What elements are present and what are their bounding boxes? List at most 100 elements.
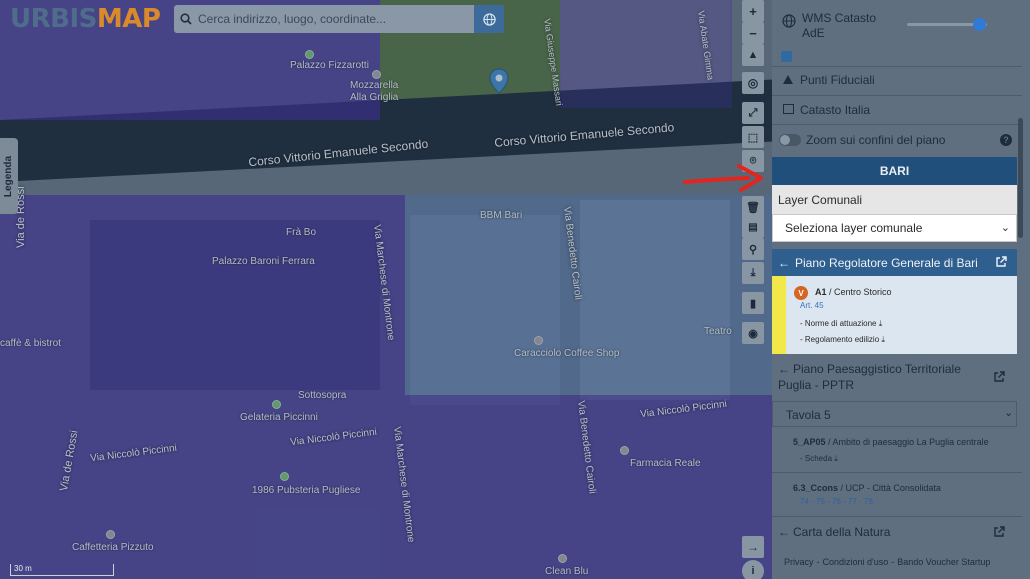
- sidebar-panel: WMS Catasto AdE Punti Fiduciali Catasto …: [772, 0, 1030, 579]
- chevron-down-icon: ⌄: [1004, 407, 1014, 419]
- poi-label: Palazzo Fizzarotti: [290, 60, 369, 71]
- download-icon: ⤓: [834, 454, 838, 463]
- compass-icon[interactable]: ▲: [742, 44, 764, 66]
- sidebar-scrollbar[interactable]: [1018, 118, 1023, 238]
- zoom-out-button[interactable]: −: [742, 22, 764, 44]
- bando-link[interactable]: Bando Voucher Startup: [897, 557, 990, 571]
- carta-natura-header[interactable]: ← Carta della Natura: [778, 525, 890, 539]
- poi-label: Caffetteria Pizzuto: [72, 542, 154, 553]
- poi-label: Clean Blu: [545, 566, 589, 577]
- scheda-link[interactable]: - Scheda ⤓: [800, 454, 838, 464]
- zone-overlay-selected: [405, 195, 772, 395]
- bari-header: BARI: [772, 157, 1017, 185]
- map-canvas[interactable]: Corso Vittorio Emanuele Secondo Corso Vi…: [0, 0, 772, 579]
- app-logo[interactable]: URBISMAP: [10, 4, 161, 34]
- poi-marker[interactable]: [620, 446, 629, 455]
- pptr-header-line2: Puglia - PPTR: [778, 378, 855, 392]
- poi-label: BBM Bari: [480, 210, 523, 221]
- select-value: Tavola 5: [786, 408, 831, 422]
- back-arrow-icon[interactable]: ←: [778, 525, 790, 539]
- pin-icon[interactable]: ⚲: [742, 238, 764, 260]
- poi-marker[interactable]: [558, 554, 567, 563]
- layer-comunali-label: Layer Comunali: [772, 185, 1017, 214]
- article-link[interactable]: Art. 45: [800, 301, 824, 310]
- globe-button[interactable]: [474, 5, 504, 33]
- poi-label: Caracciolo Coffee Shop: [514, 348, 620, 359]
- search-input[interactable]: [198, 5, 474, 33]
- location-pin-icon[interactable]: [489, 68, 509, 94]
- poi-label: Gelateria Piccinni: [240, 412, 318, 423]
- divider: [772, 516, 1022, 517]
- zone-overlay: [0, 195, 405, 579]
- search-bar: [174, 5, 504, 33]
- download-icon[interactable]: ⤓: [742, 262, 764, 284]
- download-icon: ⤓: [878, 319, 883, 328]
- locate-icon[interactable]: ◎: [742, 72, 764, 94]
- poi-marker[interactable]: [305, 50, 314, 59]
- divider: [772, 95, 1022, 96]
- external-link-icon[interactable]: [993, 371, 1005, 383]
- globe-icon: [782, 14, 796, 28]
- map-square-icon: [783, 104, 794, 114]
- pptr-header[interactable]: ← Piano Paesaggistico Territoriale: [778, 362, 961, 376]
- help-icon[interactable]: ?: [1000, 134, 1012, 146]
- layers-icon[interactable]: ▤: [742, 216, 764, 238]
- search-icon: [174, 13, 198, 25]
- norme-link[interactable]: - Norme di attuazione ⤓: [800, 319, 882, 329]
- zoom-confini-label: Zoom sui confini del piano: [806, 133, 946, 147]
- divider: [772, 124, 1022, 125]
- delete-icon[interactable]: 🗑: [742, 196, 764, 218]
- prg-details: V A1 / Centro Storico Art. 45 - Norme di…: [772, 276, 1017, 354]
- globe-icon: [482, 12, 496, 26]
- layer-comunale-select[interactable]: Seleziona layer comunale ⌄: [772, 214, 1017, 242]
- bookmark-icon[interactable]: ▮: [742, 292, 764, 314]
- divider: [772, 472, 1022, 473]
- poi-label: Teatro: [704, 326, 732, 337]
- red-arrow-annotation: [683, 164, 763, 192]
- poi-label: Palazzo Baroni Ferrara: [212, 256, 315, 267]
- zone-badge: V: [794, 286, 808, 300]
- scale-bar: 30 m: [10, 564, 114, 576]
- punti-fiduciali-label[interactable]: Punti Fiduciali: [800, 73, 875, 87]
- poi-marker[interactable]: [372, 70, 381, 79]
- calendar-icon[interactable]: [781, 51, 792, 62]
- footer-links: Privacy - Condizioni d'uso - Bando Voucher…: [772, 557, 1022, 571]
- catasto-italia-label[interactable]: Catasto Italia: [800, 103, 870, 117]
- ucp-title: 6.3_Ccons / UCP - Città Consolidata: [793, 483, 941, 493]
- chevron-down-icon: ⌄: [1000, 222, 1010, 234]
- poi-marker[interactable]: [280, 472, 289, 481]
- regolamento-link[interactable]: - Regolamento edilizio ⤓: [800, 335, 885, 345]
- measure-area-icon[interactable]: ⬚: [742, 126, 764, 148]
- poi-label: Frà Bo: [286, 227, 317, 238]
- legenda-label: Legenda: [3, 155, 15, 197]
- prg-header[interactable]: ← Piano Regolatore Generale di Bari: [772, 249, 1017, 276]
- poi-marker[interactable]: [534, 336, 543, 345]
- poi-label: 1986 Pubsteria Pugliese: [252, 485, 361, 496]
- info-icon[interactable]: i: [742, 560, 764, 579]
- arrow-right-icon[interactable]: →: [742, 536, 764, 558]
- poi-marker[interactable]: [272, 400, 281, 409]
- measure-line-icon[interactable]: ⤢: [742, 102, 764, 124]
- poi-label: caffè & bistrot: [0, 338, 61, 349]
- zoom-confini-toggle[interactable]: [779, 134, 801, 146]
- ucp-articles-link[interactable]: 74 - 75 - 76 - 77 - 78: [800, 497, 873, 506]
- poi-label: Alla Griglia: [350, 92, 399, 103]
- poi-label: Farmacia Reale: [630, 458, 701, 469]
- privacy-link[interactable]: Privacy: [784, 557, 814, 571]
- zone-color-swatch: [772, 276, 786, 354]
- external-link-icon[interactable]: [993, 526, 1005, 538]
- wms-catasto-label: WMS Catasto AdE: [802, 11, 877, 40]
- poi-label: Sottosopra: [298, 390, 347, 401]
- back-arrow-icon[interactable]: ←: [778, 362, 790, 376]
- back-arrow-icon[interactable]: ←: [778, 256, 790, 270]
- condizioni-link[interactable]: Condizioni d'uso: [823, 557, 889, 571]
- external-link-icon[interactable]: [995, 256, 1007, 268]
- poi-marker[interactable]: [106, 530, 115, 539]
- street-view-icon[interactable]: ◉: [742, 322, 764, 344]
- prg-title: Piano Regolatore Generale di Bari: [795, 255, 978, 270]
- zoom-in-button[interactable]: +: [742, 0, 764, 22]
- poi-label: Mozzarella: [350, 80, 399, 91]
- legenda-tab[interactable]: Legenda: [0, 138, 18, 214]
- tavola-select[interactable]: Tavola 5 ⌄: [772, 401, 1017, 427]
- slider-handle[interactable]: [973, 18, 986, 31]
